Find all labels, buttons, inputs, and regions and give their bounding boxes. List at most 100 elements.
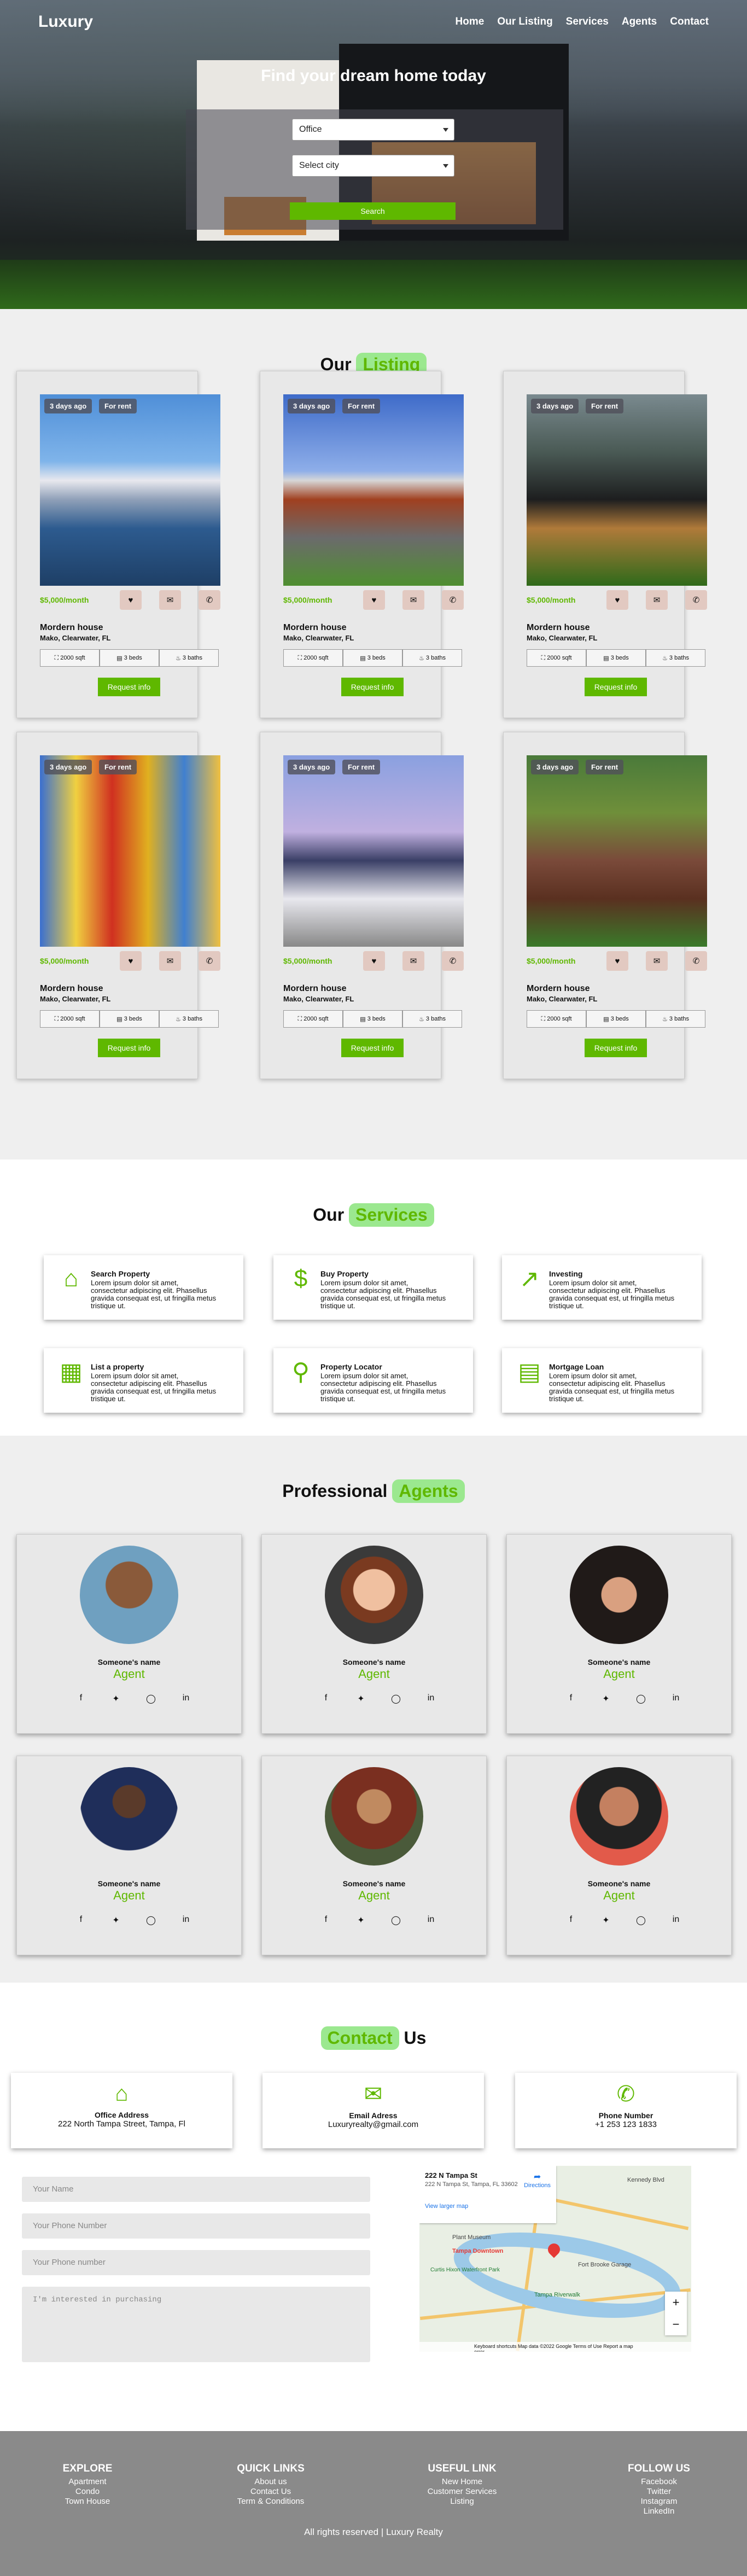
- mail-icon[interactable]: ✉: [402, 590, 424, 610]
- listing-status-badge: For rent: [586, 760, 624, 774]
- zoom-in-icon[interactable]: +: [673, 2295, 680, 2310]
- request-info-button[interactable]: Request info: [341, 1039, 404, 1057]
- footer-link[interactable]: Customer Services: [407, 2487, 517, 2497]
- twitter-icon[interactable]: ✦: [599, 1915, 612, 1926]
- phone-icon[interactable]: ✆: [442, 590, 464, 610]
- zoom-out-icon[interactable]: −: [673, 2317, 680, 2332]
- nav-contact[interactable]: Contact: [670, 16, 709, 28]
- request-info-button[interactable]: Request info: [98, 678, 160, 696]
- heart-icon[interactable]: ♥: [606, 951, 628, 971]
- footer-link[interactable]: About us: [216, 2477, 325, 2487]
- name-input[interactable]: Your Name: [22, 2177, 370, 2202]
- footer-link[interactable]: Twitter: [604, 2487, 714, 2497]
- instagram-icon[interactable]: ◯: [144, 1693, 157, 1704]
- footer-link[interactable]: Contact Us: [216, 2487, 325, 2497]
- instagram-icon[interactable]: ◯: [144, 1915, 157, 1926]
- linkedin-icon[interactable]: in: [424, 1693, 437, 1704]
- footer-link[interactable]: Instagram: [604, 2497, 714, 2507]
- facebook-icon[interactable]: f: [564, 1915, 577, 1926]
- heart-icon[interactable]: ♥: [606, 590, 628, 610]
- linkedin-icon[interactable]: in: [179, 1915, 192, 1926]
- listing-photo[interactable]: 3 days ago For rent: [283, 755, 464, 947]
- listing-photo[interactable]: 3 days ago For rent: [527, 755, 707, 947]
- phone-icon[interactable]: ✆: [199, 590, 220, 610]
- map-directions-link[interactable]: ➦ Directions: [524, 2171, 551, 2189]
- mail-icon[interactable]: ✉: [159, 951, 181, 971]
- google-map[interactable]: Kennedy Blvd Tampa Downtown Curtis Hixon…: [419, 2166, 691, 2352]
- facebook-icon[interactable]: f: [564, 1693, 577, 1704]
- instagram-icon[interactable]: ◯: [634, 1693, 647, 1704]
- facebook-icon[interactable]: f: [74, 1693, 87, 1704]
- listing-photo[interactable]: 3 days ago For rent: [283, 394, 464, 586]
- search-button[interactable]: Search: [290, 202, 456, 220]
- service-card[interactable]: $ Buy Property Lorem ipsum dolor sit ame…: [273, 1255, 473, 1320]
- nav-our-listing[interactable]: Our Listing: [497, 16, 552, 28]
- listing-photo[interactable]: 3 days ago For rent: [527, 394, 707, 586]
- footer-link[interactable]: Facebook: [604, 2477, 714, 2487]
- mail-icon[interactable]: ✉: [402, 951, 424, 971]
- message-textarea[interactable]: I'm interested in purchasing: [22, 2287, 370, 2362]
- phone-icon[interactable]: ✆: [685, 590, 707, 610]
- property-type-select[interactable]: Office: [292, 119, 454, 141]
- mail-icon[interactable]: ✉: [159, 590, 181, 610]
- linkedin-icon[interactable]: in: [424, 1915, 437, 1926]
- request-info-button[interactable]: Request info: [585, 678, 647, 696]
- instagram-icon[interactable]: ◯: [389, 1915, 402, 1926]
- city-select[interactable]: Select city: [292, 155, 454, 177]
- directions-icon: ➦: [533, 2172, 541, 2182]
- service-card[interactable]: ⚲ Property Locator Lorem ipsum dolor sit…: [273, 1348, 473, 1413]
- instagram-icon[interactable]: ◯: [389, 1693, 402, 1704]
- service-card[interactable]: ▤ Mortgage Loan Lorem ipsum dolor sit am…: [502, 1348, 702, 1413]
- baths-value: 3 baths: [182, 1016, 202, 1022]
- heart-icon[interactable]: ♥: [363, 590, 385, 610]
- mail-icon[interactable]: ✉: [646, 951, 668, 971]
- request-info-button[interactable]: Request info: [98, 1039, 160, 1057]
- nav-agents[interactable]: Agents: [622, 16, 657, 28]
- footer-link[interactable]: New Home: [407, 2477, 517, 2487]
- phone-input[interactable]: Your Phone Number: [22, 2213, 370, 2239]
- twitter-icon[interactable]: ✦: [354, 1693, 367, 1704]
- twitter-icon[interactable]: ✦: [354, 1915, 367, 1926]
- footer-link[interactable]: Condo: [33, 2487, 142, 2497]
- footer-link[interactable]: Apartment: [33, 2477, 142, 2487]
- view-larger-map-link[interactable]: View larger map: [425, 2203, 551, 2210]
- linkedin-icon[interactable]: in: [179, 1693, 192, 1704]
- linkedin-icon[interactable]: in: [669, 1915, 682, 1926]
- nav-services[interactable]: Services: [566, 16, 609, 28]
- facebook-icon[interactable]: f: [319, 1915, 332, 1926]
- mail-icon[interactable]: ✉: [646, 590, 668, 610]
- footer-link[interactable]: Term & Conditions: [216, 2497, 325, 2507]
- footer-link[interactable]: Listing: [407, 2497, 517, 2507]
- linkedin-icon[interactable]: in: [669, 1693, 682, 1704]
- listing-beds: ▤ 3 beds: [100, 649, 159, 667]
- phone-icon[interactable]: ✆: [199, 951, 220, 971]
- site-logo[interactable]: Luxury: [38, 13, 93, 31]
- heart-icon[interactable]: ♥: [363, 951, 385, 971]
- heart-icon[interactable]: ♥: [120, 951, 142, 971]
- nav-home[interactable]: Home: [456, 16, 485, 28]
- phone-icon[interactable]: ✆: [685, 951, 707, 971]
- request-info-button[interactable]: Request info: [585, 1039, 647, 1057]
- service-card[interactable]: ↗ Investing Lorem ipsum dolor sit amet, …: [502, 1255, 702, 1320]
- twitter-icon[interactable]: ✦: [109, 1915, 122, 1926]
- beds-value: 3 beds: [124, 1016, 142, 1022]
- phone-number-input[interactable]: Your Phone number: [22, 2250, 370, 2275]
- phone-icon[interactable]: ✆: [442, 951, 464, 971]
- listing-photo[interactable]: 3 days ago For rent: [40, 755, 220, 947]
- request-info-button[interactable]: Request info: [341, 678, 404, 696]
- facebook-icon[interactable]: f: [74, 1915, 87, 1926]
- phone-value[interactable]: +1 253 123 1833: [515, 2120, 737, 2129]
- service-card[interactable]: ▦ List a property Lorem ipsum dolor sit …: [44, 1348, 243, 1413]
- facebook-icon[interactable]: f: [319, 1693, 332, 1704]
- instagram-icon[interactable]: ◯: [634, 1915, 647, 1926]
- twitter-icon[interactable]: ✦: [599, 1693, 612, 1704]
- heart-icon[interactable]: ♥: [120, 590, 142, 610]
- footer-link[interactable]: Town House: [33, 2497, 142, 2507]
- email-value[interactable]: Luxuryrealty@gmail.com: [262, 2120, 484, 2129]
- listing-photo[interactable]: 3 days ago For rent: [40, 394, 220, 586]
- contact-title-highlight: Contact: [320, 2026, 399, 2050]
- service-card[interactable]: ⌂ Search Property Lorem ipsum dolor sit …: [44, 1255, 243, 1320]
- house-icon: ⌂: [115, 2082, 129, 2106]
- footer-link[interactable]: LinkedIn: [604, 2507, 714, 2516]
- twitter-icon[interactable]: ✦: [109, 1693, 122, 1704]
